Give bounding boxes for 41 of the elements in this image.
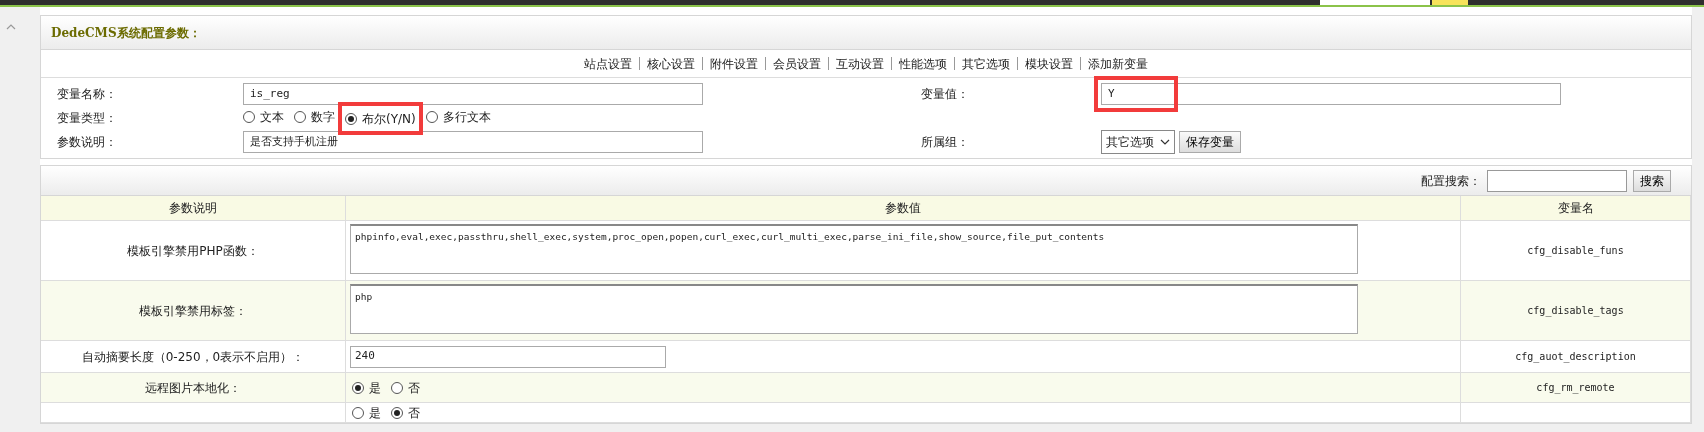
setting-label: 模板引擎禁用标签： xyxy=(41,281,346,341)
description-field[interactable]: 是否支持手机注册 xyxy=(243,131,703,153)
name-field[interactable]: is_reg xyxy=(243,83,703,105)
radio-option[interactable]: 是 xyxy=(352,378,381,397)
radio-option[interactable]: 否 xyxy=(391,378,420,397)
nav-link[interactable]: 模块设置 xyxy=(1025,54,1073,73)
save-button[interactable]: 保存变量 xyxy=(1179,131,1241,153)
nav-link[interactable]: 互动设置 xyxy=(836,54,884,73)
field-label: 参数说明： xyxy=(56,134,118,151)
value-field[interactable]: Y xyxy=(1101,83,1561,105)
nav-link[interactable]: 性能选项 xyxy=(899,54,947,73)
setting-textarea[interactable]: php xyxy=(350,284,1358,334)
setting-textarea[interactable]: phpinfo,eval,exec,passthru,shell_exec,system,proc_open,popen,curl_exec,curl_multi_exec,parse_ini_file,show_source,file_put_contents xyxy=(350,224,1358,274)
search-label: 配置搜索： xyxy=(1421,172,1481,190)
field-label: 变量值： xyxy=(921,86,970,103)
column-header: 参数值 xyxy=(346,196,1461,221)
variable-name: cfg_disable_tags xyxy=(1461,281,1691,341)
column-header: 参数说明 xyxy=(41,196,346,221)
setting-field[interactable]: 240 xyxy=(350,345,666,368)
nav-link[interactable]: 其它选项 xyxy=(962,54,1010,73)
type-radio-option[interactable]: 数字 xyxy=(294,108,335,126)
radio-option[interactable]: 是 xyxy=(352,403,381,422)
column-header: 变量名 xyxy=(1461,196,1691,221)
group-select[interactable]: 其它选项 xyxy=(1101,130,1175,154)
nav-link[interactable]: 添加新变量 xyxy=(1088,54,1148,73)
type-radio-option[interactable]: 文本 xyxy=(243,108,284,126)
nav-link[interactable]: 站点设置 xyxy=(584,54,632,73)
nav-link[interactable]: 会员设置 xyxy=(773,54,821,73)
variable-name: cfg_rm_remote xyxy=(1461,373,1691,403)
type-radio-option[interactable]: 布尔(Y/N) xyxy=(345,109,416,128)
radio-option[interactable]: 否 xyxy=(391,403,420,422)
scroll-up-icon[interactable] xyxy=(6,23,16,30)
field-label: 所属组： xyxy=(921,134,970,151)
search-button[interactable]: 搜索 xyxy=(1633,169,1671,192)
setting-label: 远程图片本地化： xyxy=(41,373,346,403)
type-radio-option[interactable]: 多行文本 xyxy=(425,108,491,126)
field-label: 变量类型： xyxy=(56,110,118,127)
nav-link[interactable]: 附件设置 xyxy=(710,54,758,73)
nav-link[interactable]: 核心设置 xyxy=(647,54,695,73)
field-label: 变量名称： xyxy=(56,86,118,103)
caret-icon xyxy=(1160,139,1170,145)
